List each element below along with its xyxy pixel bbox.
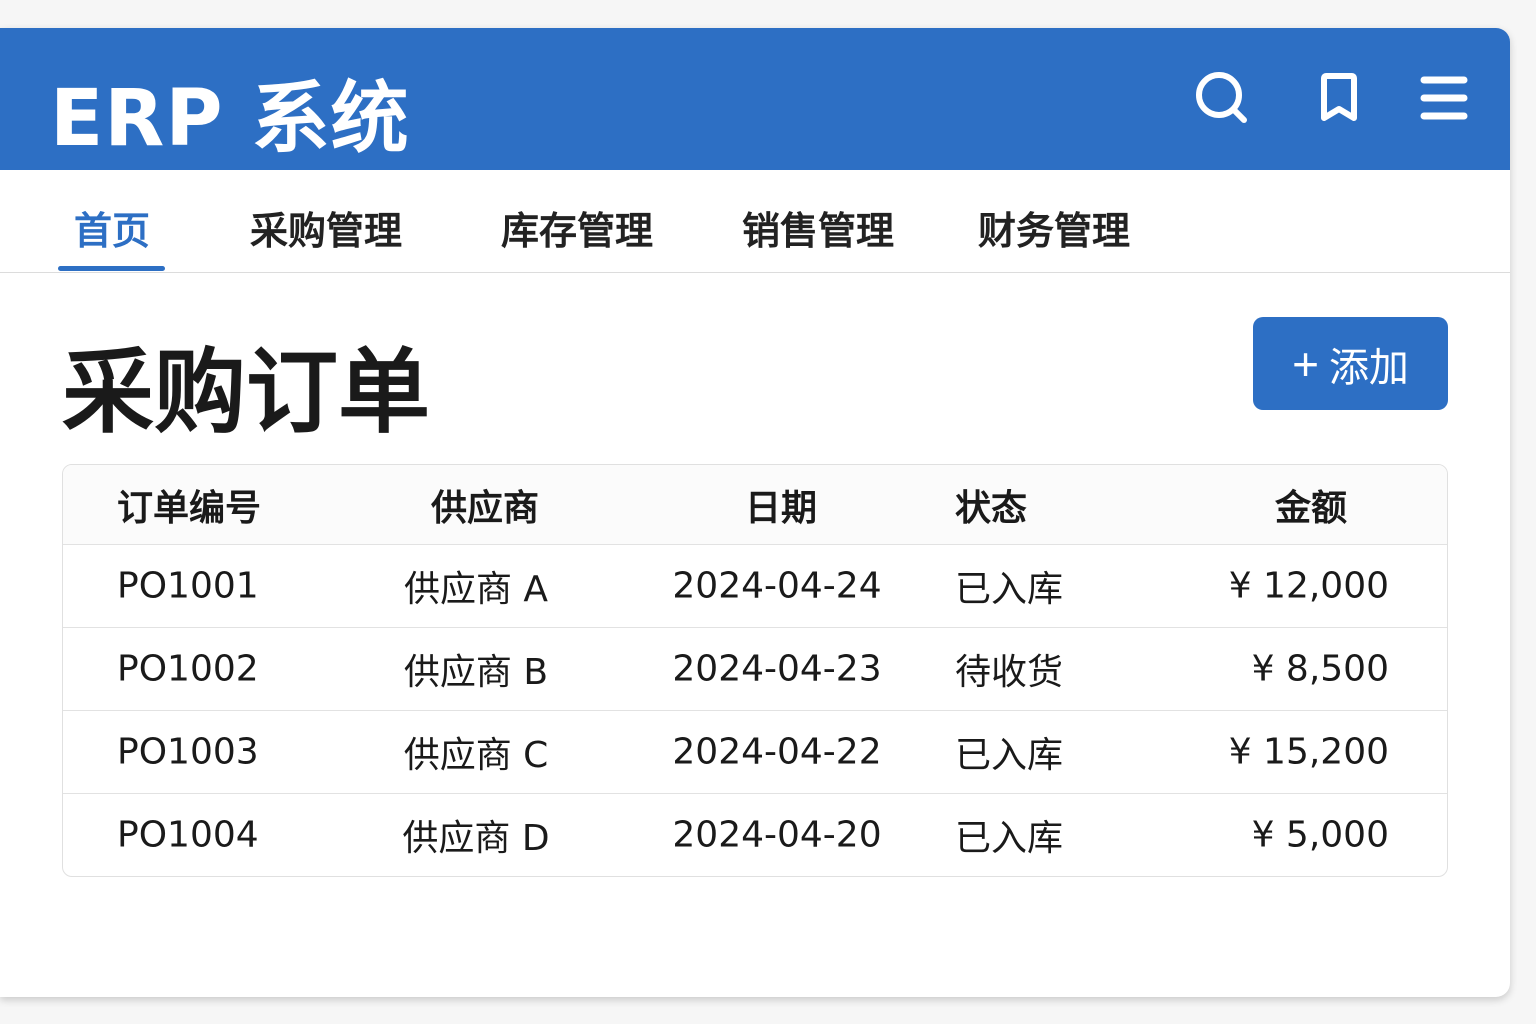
date: 2024-04-23: [672, 648, 882, 690]
supplier: 供应商 B: [403, 652, 549, 693]
column-header-status[interactable]: 状态: [955, 479, 1027, 531]
column-header-order-no[interactable]: 订单编号: [117, 479, 261, 531]
app-title: ERP 系统: [50, 74, 410, 164]
page-title: 采购订单: [62, 339, 431, 446]
tab-purchase[interactable]: 采购管理: [250, 200, 402, 255]
tab-sales[interactable]: 销售管理: [742, 200, 894, 255]
menu-icon[interactable]: [1414, 68, 1474, 128]
app-header: ERP 系统: [0, 28, 1510, 170]
column-header-supplier[interactable]: 供应商: [431, 479, 539, 531]
add-button[interactable]: + 添加: [1253, 317, 1448, 410]
purchase-orders-table: 订单编号 供应商 日期 状态 金额 PO1001 供应商 A 2024-04-2…: [62, 464, 1448, 877]
order-no: PO1004: [117, 814, 259, 856]
table-row[interactable]: PO1003 供应商 C 2024-04-22 已入库 ¥ 15,200: [63, 710, 1447, 793]
column-header-amount[interactable]: 金额: [1275, 479, 1347, 531]
order-no: PO1002: [117, 648, 259, 690]
supplier: 供应商 C: [403, 735, 549, 776]
date: 2024-04-20: [672, 814, 882, 856]
plus-icon: +: [1292, 337, 1319, 390]
order-no: PO1003: [117, 731, 259, 773]
tab-finance[interactable]: 财务管理: [978, 200, 1130, 255]
tab-inventory[interactable]: 库存管理: [501, 200, 653, 255]
status: 已入库: [955, 735, 1064, 776]
nav-tabs: 首页 采购管理 库存管理 销售管理 财务管理: [0, 170, 1510, 273]
table-row[interactable]: PO1002 供应商 B 2024-04-23 待收货 ¥ 8,500: [63, 627, 1447, 710]
order-no: PO1001: [117, 565, 259, 607]
status: 已入库: [955, 818, 1064, 859]
active-tab-indicator: [58, 266, 165, 271]
bookmark-icon[interactable]: [1312, 68, 1372, 128]
supplier: 供应商 D: [402, 818, 550, 859]
amount: ¥ 15,200: [1228, 731, 1389, 773]
table-row[interactable]: PO1004 供应商 D 2024-04-20 已入库 ¥ 5,000: [63, 793, 1447, 876]
date: 2024-04-22: [672, 731, 882, 773]
date: 2024-04-24: [672, 565, 882, 607]
status: 已入库: [955, 569, 1064, 610]
table-header-row: 订单编号 供应商 日期 状态 金额: [63, 465, 1447, 544]
supplier: 供应商 A: [403, 569, 549, 610]
amount: ¥ 5,000: [1251, 814, 1389, 856]
tab-home[interactable]: 首页: [74, 200, 150, 255]
add-button-label: 添加: [1328, 345, 1409, 390]
column-header-date[interactable]: 日期: [745, 479, 817, 531]
table-row[interactable]: PO1001 供应商 A 2024-04-24 已入库 ¥ 12,000: [63, 544, 1447, 627]
status: 待收货: [955, 652, 1064, 693]
search-icon[interactable]: [1192, 68, 1252, 128]
amount: ¥ 12,000: [1228, 565, 1389, 607]
app-window: ERP 系统 首页 采购管理 库存管理 销售管理 财务管理 采购订单 + 添加 …: [0, 28, 1510, 997]
amount: ¥ 8,500: [1251, 648, 1389, 690]
